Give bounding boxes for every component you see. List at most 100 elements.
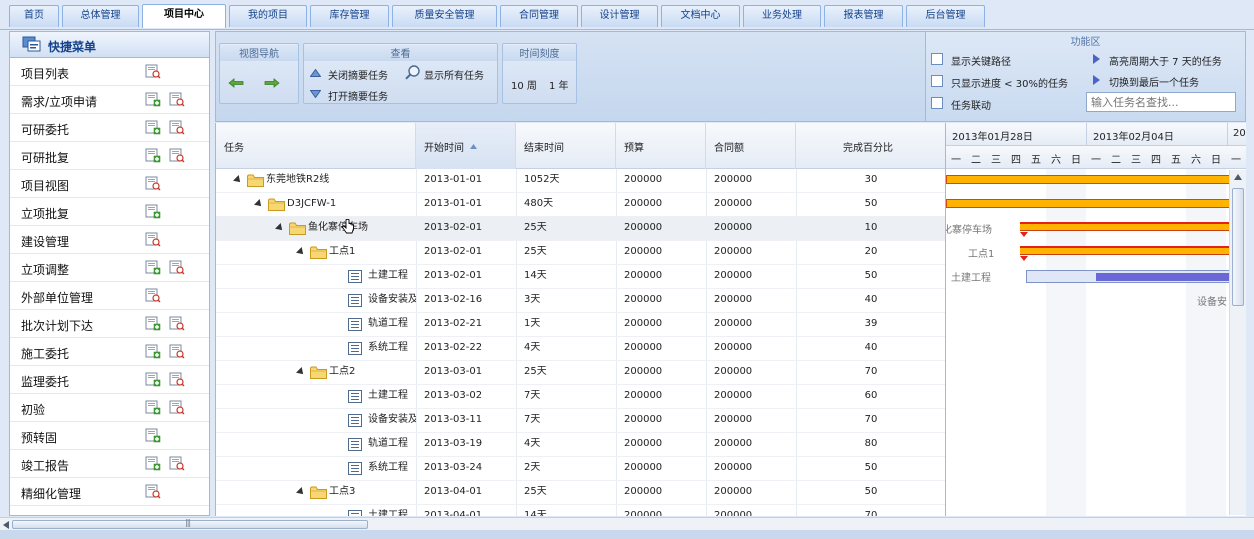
column-header-end[interactable]: 结束时间 (516, 123, 616, 169)
gantt-summary-bar[interactable] (946, 199, 1231, 208)
table-row[interactable]: 工点3 2013-04-01 25天 200000 200000 50 (216, 481, 945, 505)
table-row[interactable]: 设备安装及 2013-03-11 7天 200000 200000 70 (216, 409, 945, 433)
nav-tab-admin[interactable]: 后台管理 (906, 5, 985, 27)
add-icon[interactable] (145, 148, 161, 163)
arrow-right-icon[interactable] (264, 78, 280, 88)
table-row[interactable]: 轨道工程 2013-02-21 1天 200000 200000 39 (216, 313, 945, 337)
column-header-percent[interactable]: 完成百分比 (796, 123, 945, 169)
search-icon[interactable] (169, 148, 185, 163)
search-icon[interactable] (169, 456, 185, 471)
nav-tab-documents[interactable]: 文档中心 (661, 5, 740, 27)
expand-toggle-icon[interactable] (296, 487, 306, 497)
search-icon[interactable] (145, 232, 161, 247)
column-header-budget[interactable]: 预算 (616, 123, 706, 169)
column-header-task[interactable]: 任务 (216, 123, 416, 169)
search-icon[interactable] (169, 92, 185, 107)
sidebar-item[interactable]: 外部单位管理 (10, 282, 209, 310)
sidebar-item[interactable]: 预转固 (10, 422, 209, 450)
vertical-scrollbar[interactable] (1229, 170, 1246, 515)
add-icon[interactable] (145, 344, 161, 359)
expand-toggle-icon[interactable] (296, 367, 306, 377)
show-critical-checkbox[interactable] (931, 53, 943, 65)
arrow-left-icon[interactable] (228, 78, 244, 88)
sidebar-item[interactable]: 项目视图 (10, 170, 209, 198)
table-row[interactable]: 东莞地铁R2线 2013-01-01 1052天 200000 200000 30 (216, 169, 945, 193)
table-row[interactable]: 土建工程 2013-04-01 14天 200000 200000 70 (216, 505, 945, 516)
search-icon[interactable] (169, 316, 185, 331)
table-row[interactable]: 土建工程 2013-03-02 7天 200000 200000 60 (216, 385, 945, 409)
timescale-week-button[interactable]: 10 周 (511, 77, 537, 92)
highlight-cycle-button[interactable]: 高亮周期大于 7 天的任务 (1109, 53, 1222, 68)
vertical-scrollbar-thumb[interactable] (1232, 188, 1244, 306)
sidebar-item[interactable]: 施工委托 (10, 338, 209, 366)
gantt-summary-bar[interactable] (946, 175, 1231, 184)
sidebar-item[interactable]: 竣工报告 (10, 450, 209, 478)
gantt-critical-bar[interactable] (1020, 222, 1231, 231)
collapse-summary-button[interactable]: 关闭摘要任务 (328, 67, 388, 82)
expand-toggle-icon[interactable] (275, 223, 285, 233)
add-icon[interactable] (145, 400, 161, 415)
add-icon[interactable] (145, 92, 161, 107)
table-row[interactable]: D3JCFW-1 2013-01-01 480天 200000 200000 50 (216, 193, 945, 217)
sidebar-item[interactable]: 可研委托 (10, 114, 209, 142)
add-icon[interactable] (145, 316, 161, 331)
table-row[interactable]: 轨道工程 2013-03-19 4天 200000 200000 80 (216, 433, 945, 457)
show-all-tasks-button[interactable]: 显示所有任务 (424, 67, 484, 82)
nav-tab-contracts[interactable]: 合同管理 (500, 5, 578, 27)
sidebar-item[interactable] (10, 506, 209, 515)
progress-filter-checkbox[interactable] (931, 75, 943, 87)
sidebar-item[interactable]: 批次计划下达 (10, 310, 209, 338)
sidebar-item[interactable]: 需求/立项申请 (10, 86, 209, 114)
nav-tab-inventory[interactable]: 库存管理 (310, 5, 389, 27)
nav-tab-home[interactable]: 首页 (9, 5, 59, 27)
add-icon[interactable] (145, 260, 161, 275)
search-icon[interactable] (169, 120, 185, 135)
switch-last-task-button[interactable]: 切换到最后一个任务 (1109, 74, 1199, 89)
sidebar-item[interactable]: 项目列表 (10, 58, 209, 86)
table-row[interactable]: 系统工程 2013-03-24 2天 200000 200000 50 (216, 457, 945, 481)
table-row[interactable]: 鱼化寨停车场 2013-02-01 25天 200000 200000 10 (216, 217, 945, 241)
nav-tab-my-projects[interactable]: 我的项目 (229, 5, 307, 27)
sidebar-item[interactable]: 精细化管理 (10, 478, 209, 506)
nav-tab-reports[interactable]: 报表管理 (824, 5, 903, 27)
horizontal-scrollbar-thumb[interactable]: ||| (12, 518, 368, 529)
add-icon[interactable] (145, 204, 161, 219)
scroll-up-icon[interactable] (1234, 174, 1242, 180)
sidebar-item[interactable]: 可研批复 (10, 142, 209, 170)
sidebar-item[interactable]: 初验 (10, 394, 209, 422)
nav-tab-project-center[interactable]: 项目中心 (142, 4, 226, 28)
table-row[interactable]: 设备安装及 2013-02-16 3天 200000 200000 40 (216, 289, 945, 313)
search-icon[interactable] (145, 288, 161, 303)
column-header-contract[interactable]: 合同额 (706, 123, 796, 169)
search-icon[interactable] (145, 64, 161, 79)
task-search-input[interactable] (1086, 92, 1236, 112)
nav-tab-business[interactable]: 业务处理 (743, 5, 821, 27)
add-icon[interactable] (145, 456, 161, 471)
scroll-left-icon[interactable] (3, 521, 9, 529)
search-icon[interactable] (145, 484, 161, 499)
sidebar-item[interactable]: 建设管理 (10, 226, 209, 254)
expand-summary-button[interactable]: 打开摘要任务 (328, 88, 388, 103)
add-icon[interactable] (145, 372, 161, 387)
search-icon[interactable] (169, 344, 185, 359)
table-row[interactable]: 工点1 2013-02-01 25天 200000 200000 20 (216, 241, 945, 265)
table-row[interactable]: 土建工程 2013-02-01 14天 200000 200000 50 (216, 265, 945, 289)
sidebar-item[interactable]: 立项调整 (10, 254, 209, 282)
table-row[interactable]: 工点2 2013-03-01 25天 200000 200000 70 (216, 361, 945, 385)
sidebar-item[interactable]: 立项批复 (10, 198, 209, 226)
nav-tab-quality-safety[interactable]: 质量安全管理 (392, 5, 497, 27)
horizontal-scrollbar[interactable]: ||| (0, 517, 1254, 530)
search-icon[interactable] (169, 400, 185, 415)
search-icon[interactable] (169, 372, 185, 387)
expand-toggle-icon[interactable] (254, 199, 264, 209)
table-row[interactable]: 系统工程 2013-02-22 4天 200000 200000 40 (216, 337, 945, 361)
sidebar-item[interactable]: 监理委托 (10, 366, 209, 394)
nav-tab-overall[interactable]: 总体管理 (62, 5, 139, 27)
search-icon[interactable] (169, 260, 185, 275)
add-icon[interactable] (145, 428, 161, 443)
column-header-start[interactable]: 开始时间 (416, 123, 516, 169)
nav-tab-design[interactable]: 设计管理 (581, 5, 658, 27)
task-link-checkbox[interactable] (931, 97, 943, 109)
add-icon[interactable] (145, 120, 161, 135)
expand-toggle-icon[interactable] (233, 175, 243, 185)
